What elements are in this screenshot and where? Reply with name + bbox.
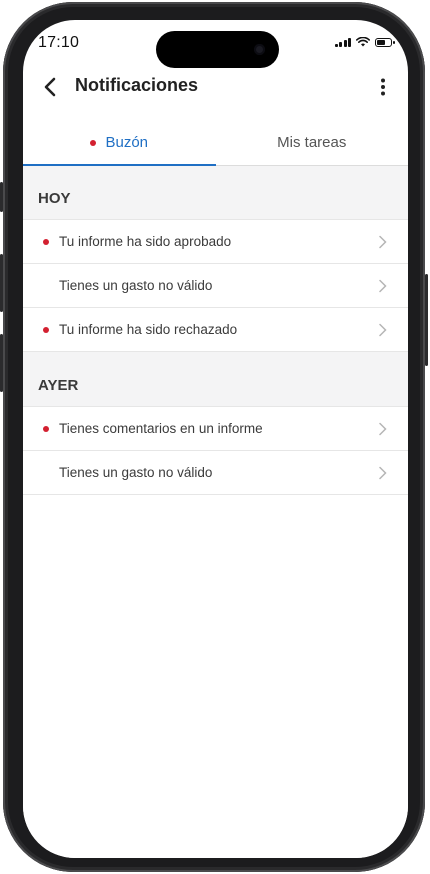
page-title: Notificaciones — [75, 75, 199, 95]
chevron-right-icon — [379, 279, 387, 292]
notification-label: Tienes un gasto no válido — [59, 465, 213, 480]
phone-frame: 17:10 Notificaciones Buzón Mis tareas HO… — [0, 2, 428, 872]
tab-label: Buzón — [105, 134, 149, 151]
notification-row[interactable]: Tu informe ha sido aprobado — [23, 220, 408, 264]
unread-dot — [90, 139, 97, 146]
dynamic-island — [156, 31, 279, 68]
notification-label: Tienes comentarios en un informe — [59, 421, 263, 436]
tab-buzon[interactable]: Buzón — [23, 120, 216, 166]
app-header: Notificaciones — [23, 64, 408, 108]
tab-bar: Buzón Mis tareas — [23, 120, 408, 166]
notification-list: HOY Tu informe ha sido aprobado Tienes u… — [23, 166, 408, 858]
tab-label: Mis tareas — [277, 134, 347, 151]
back-button[interactable] — [35, 72, 65, 102]
side-button-action — [0, 182, 3, 212]
tab-mis-tareas[interactable]: Mis tareas — [216, 120, 409, 165]
chevron-right-icon — [379, 323, 387, 336]
wifi-icon — [356, 37, 370, 47]
side-button-power — [425, 274, 428, 366]
chevron-right-icon — [379, 466, 387, 479]
notification-row[interactable]: Tienes comentarios en un informe — [23, 407, 408, 451]
status-bar: 17:10 — [23, 20, 408, 70]
side-button-volume-down — [0, 334, 3, 392]
status-icons — [334, 37, 395, 47]
status-time: 17:10 — [38, 34, 80, 51]
unread-dot — [43, 425, 49, 432]
unread-dot — [43, 238, 49, 245]
screen: 17:10 Notificaciones Buzón Mis tareas HO… — [23, 20, 408, 858]
cellular-signal-icon — [334, 37, 351, 47]
notification-label: Tienes un gasto no válido — [59, 278, 213, 293]
notification-row[interactable]: Tienes un gasto no válido — [23, 451, 408, 495]
notification-row[interactable]: Tienes un gasto no válido — [23, 264, 408, 308]
battery-icon — [375, 38, 395, 47]
side-button-volume-up — [0, 254, 3, 312]
more-vertical-icon — [381, 78, 385, 96]
unread-dot — [43, 326, 49, 333]
notification-row[interactable]: Tu informe ha sido rechazado — [23, 308, 408, 352]
more-options-button[interactable] — [370, 72, 396, 102]
notification-label: Tu informe ha sido aprobado — [59, 234, 232, 249]
notification-label: Tu informe ha sido rechazado — [59, 322, 238, 337]
chevron-right-icon — [379, 422, 387, 435]
section-header-hoy: HOY — [23, 166, 408, 220]
chevron-left-icon — [44, 77, 56, 97]
chevron-right-icon — [379, 235, 387, 248]
section-header-ayer: AYER — [23, 352, 408, 407]
camera-icon — [254, 44, 265, 55]
